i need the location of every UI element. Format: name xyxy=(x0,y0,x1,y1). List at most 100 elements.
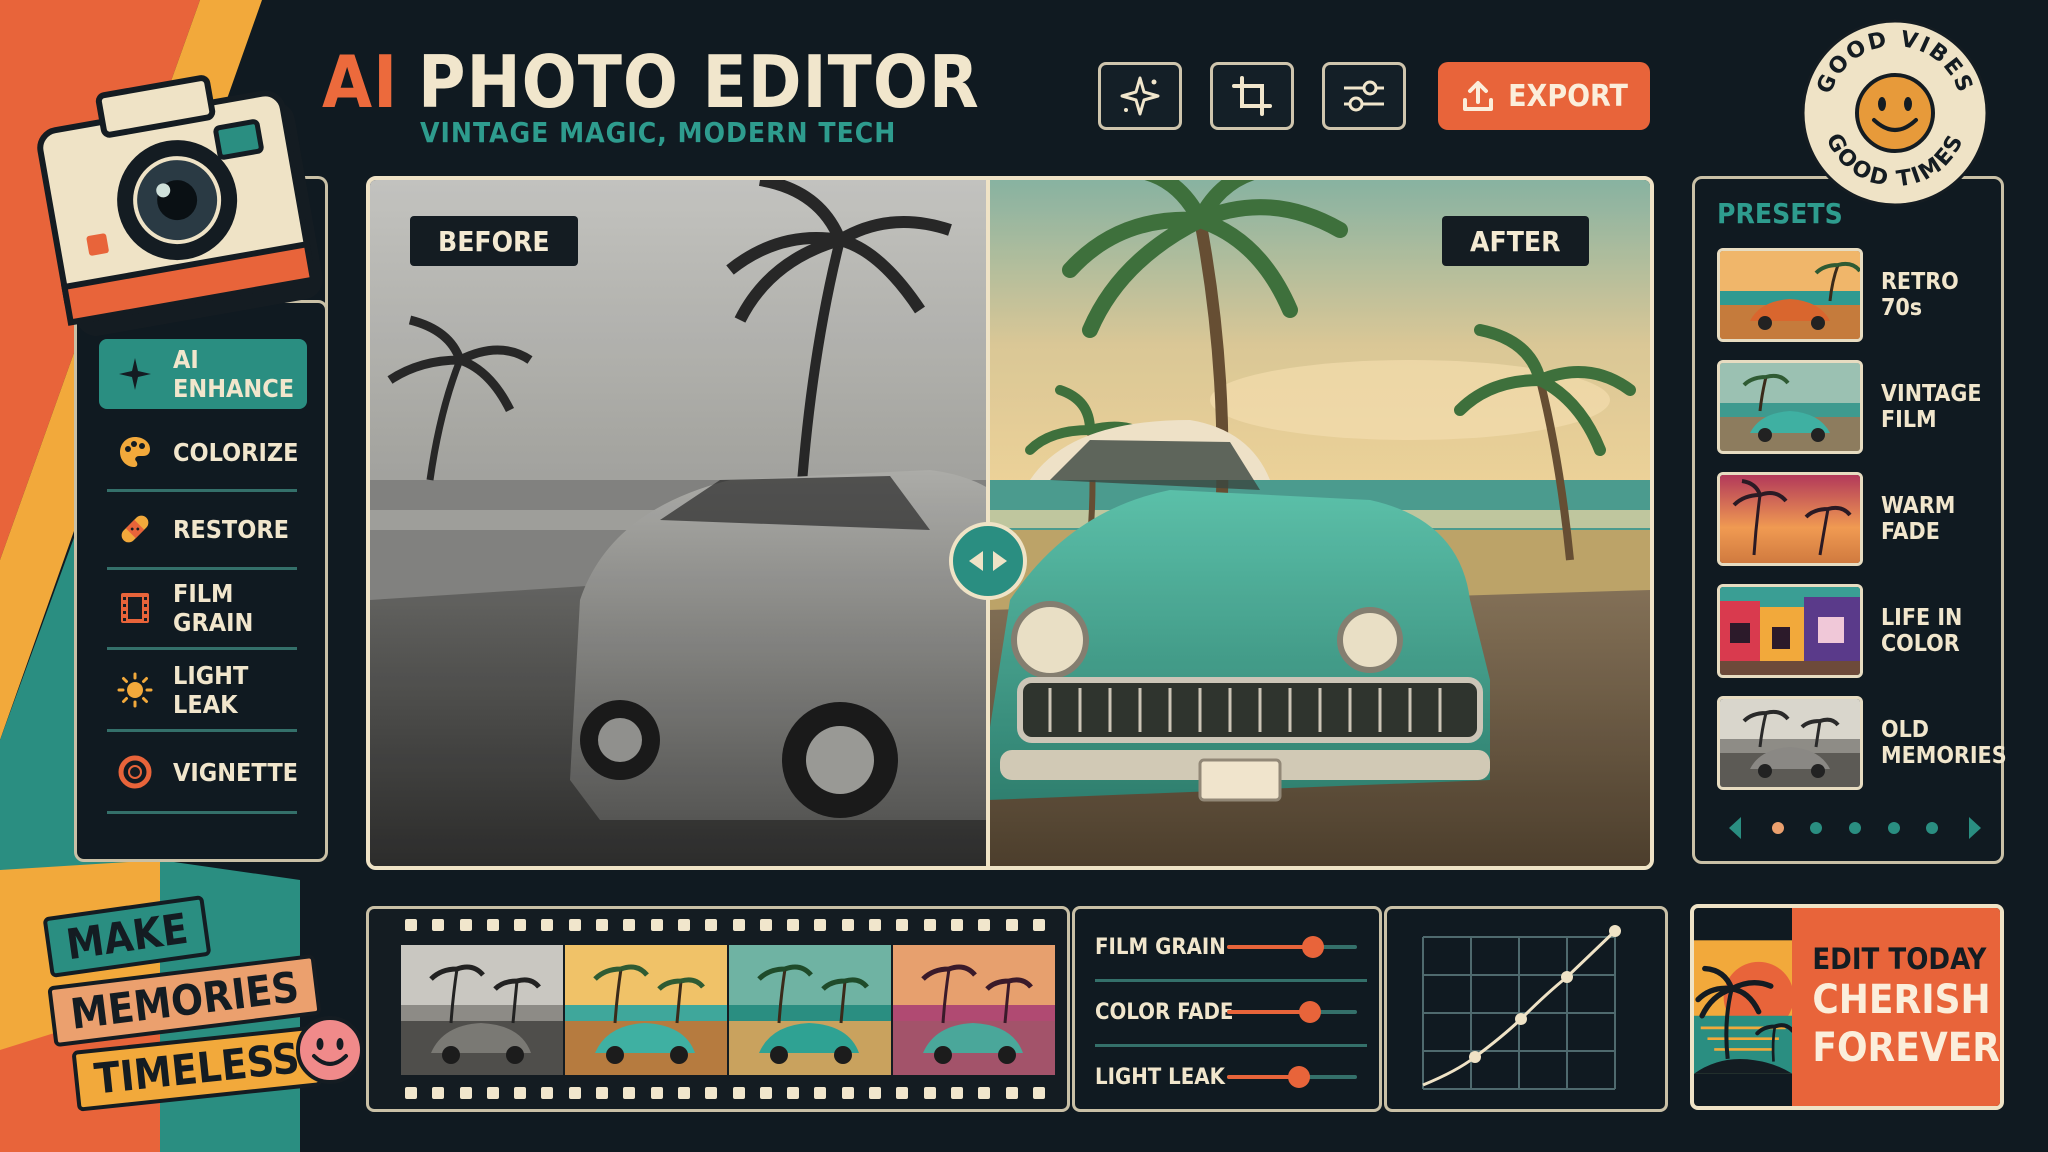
slider-knob[interactable] xyxy=(1301,936,1324,958)
divider xyxy=(107,811,297,814)
make-memories-sticker: MAKE MEMORIES TIMELESS xyxy=(38,890,378,1130)
divider xyxy=(107,489,297,492)
sidebar-item-colorize[interactable]: COLORIZE xyxy=(99,417,307,487)
tone-curve-graph xyxy=(1422,925,1621,1090)
sticker-line-1: MAKE xyxy=(42,895,212,978)
sidebar-item-label: LIGHT LEAK xyxy=(173,661,249,719)
promo-line-3: FOREVER xyxy=(1812,1025,2000,1071)
app-title-ai: AI xyxy=(322,40,399,124)
slider-knob[interactable] xyxy=(1287,1066,1310,1088)
sidebar-item-label: RESTORE xyxy=(173,514,290,544)
app-title: PHOTO EDITOR xyxy=(418,40,980,124)
sidebar-item-label: AI ENHANCE xyxy=(173,345,295,403)
smiley-icon xyxy=(296,1016,364,1084)
tone-curve-panel[interactable] xyxy=(1384,906,1668,1112)
crop-button[interactable] xyxy=(1210,62,1294,130)
slider-track[interactable] xyxy=(1227,936,1357,958)
compare-slider-handle[interactable] xyxy=(949,522,1027,600)
preset-thumbnail xyxy=(1717,360,1863,454)
preset-vintage-film[interactable]: VINTAGE FILM xyxy=(1717,359,1997,455)
sidebar-item-label: COLORIZE xyxy=(173,437,299,467)
vignette-icon xyxy=(117,754,153,790)
page-dot[interactable] xyxy=(1926,822,1939,834)
preset-label: OLD MEMORIES xyxy=(1881,717,2007,769)
divider xyxy=(1095,979,1367,982)
preset-label: LIFE IN COLOR xyxy=(1881,605,1963,657)
preset-label: RETRO 70s xyxy=(1881,269,1959,321)
crop-icon xyxy=(1232,76,1272,116)
slider-film-grain[interactable]: FILM GRAIN xyxy=(1095,927,1367,967)
preset-label: VINTAGE FILM xyxy=(1881,381,1982,433)
curve-point[interactable] xyxy=(1561,971,1573,983)
slider-fill xyxy=(1227,1010,1311,1014)
sun-icon xyxy=(117,672,153,708)
chevron-right-icon[interactable] xyxy=(1965,815,1985,841)
after-label: AFTER xyxy=(1442,216,1589,266)
page-dot[interactable] xyxy=(1771,822,1784,834)
slider-label: LIGHT LEAK xyxy=(1095,1064,1225,1090)
sidebar-item-vignette[interactable]: VIGNETTE xyxy=(99,737,307,807)
slider-fill xyxy=(1227,945,1313,949)
curve-point[interactable] xyxy=(1469,1051,1481,1063)
sunset-palm-illustration xyxy=(1694,940,1793,1074)
slider-track[interactable] xyxy=(1227,1066,1357,1088)
palette-icon xyxy=(117,434,153,470)
slider-label: FILM GRAIN xyxy=(1095,934,1226,960)
sidebar-item-restore[interactable]: RESTORE xyxy=(99,494,307,564)
film-frame-pink[interactable] xyxy=(893,945,1055,1075)
promo-text: EDIT TODAY CHERISH FOREVER xyxy=(1792,908,2000,1106)
preset-retro-70s[interactable]: RETRO 70s xyxy=(1717,247,1997,343)
divider xyxy=(107,729,297,732)
preset-warm-fade[interactable]: WARM FADE xyxy=(1717,471,1997,567)
ai-magic-button[interactable] xyxy=(1098,62,1182,130)
before-after-canvas[interactable]: BEFORE AFTER xyxy=(366,176,1654,870)
film-frame-teal[interactable] xyxy=(729,945,891,1075)
page-dot[interactable] xyxy=(1810,822,1823,834)
promo-line-1: EDIT TODAY xyxy=(1812,942,1987,976)
adjust-button[interactable] xyxy=(1322,62,1406,130)
sliders-icon xyxy=(1344,80,1384,112)
sprocket-holes-bottom xyxy=(405,1087,1045,1101)
sprocket-holes-top xyxy=(405,919,1045,933)
sidebar-item-label: VIGNETTE xyxy=(173,757,299,787)
chevron-left-icon[interactable] xyxy=(1725,815,1745,841)
presets-panel: PRESETS RETRO 70s VINTAGE FILM WARM FADE… xyxy=(1692,176,2007,864)
film-frame-bw[interactable] xyxy=(401,945,563,1075)
filmstrip-frames xyxy=(401,945,1055,1075)
photo-comparison xyxy=(370,180,1650,866)
preset-thumbnail xyxy=(1717,584,1863,678)
curve-point[interactable] xyxy=(1609,925,1621,937)
tools-sidebar: AI ENHANCE COLORIZE RESTORE FILM GRAIN L… xyxy=(74,300,328,862)
film-frame-warm[interactable] xyxy=(565,945,727,1075)
preset-life-in-color[interactable]: LIFE IN COLOR xyxy=(1717,583,1997,679)
export-label: EXPORT xyxy=(1508,78,1628,114)
camera-sticker xyxy=(37,75,323,336)
bandage-icon xyxy=(117,511,153,547)
sidebar-item-ai-enhance[interactable]: AI ENHANCE xyxy=(99,339,307,409)
slider-light-leak[interactable]: LIGHT LEAK xyxy=(1095,1057,1367,1097)
promo-card: EDIT TODAY CHERISH FOREVER xyxy=(1690,904,2004,1110)
app-subtitle: VINTAGE MAGIC, MODERN TECH xyxy=(420,116,897,149)
upload-icon xyxy=(1463,81,1494,111)
curve-point[interactable] xyxy=(1515,1013,1527,1025)
sparkle-icon xyxy=(1120,76,1160,116)
preset-thumbnail xyxy=(1717,472,1863,566)
preset-thumbnail xyxy=(1717,696,1863,790)
good-vibes-badge: GOOD VIBES GOOD TIMES xyxy=(1801,19,1989,207)
divider xyxy=(107,647,297,650)
divider xyxy=(107,567,297,570)
slider-track[interactable] xyxy=(1227,1001,1357,1023)
page-dot[interactable] xyxy=(1848,822,1861,834)
sidebar-item-film-grain[interactable]: FILM GRAIN xyxy=(99,573,307,643)
adjustment-sliders: FILM GRAIN COLOR FADE LIGHT LEAK xyxy=(1072,906,1382,1112)
export-button[interactable]: EXPORT xyxy=(1438,62,1650,130)
slider-knob[interactable] xyxy=(1299,1001,1322,1023)
preset-label: WARM FADE xyxy=(1881,493,1956,545)
presets-pager xyxy=(1725,815,1985,841)
sidebar-item-light-leak[interactable]: LIGHT LEAK xyxy=(99,655,307,725)
page-dot[interactable] xyxy=(1887,822,1900,834)
preset-old-memories[interactable]: OLD MEMORIES xyxy=(1717,695,2007,791)
slider-color-fade[interactable]: COLOR FADE xyxy=(1095,992,1367,1032)
before-label: BEFORE xyxy=(410,216,578,266)
preset-thumbnail xyxy=(1717,248,1863,342)
